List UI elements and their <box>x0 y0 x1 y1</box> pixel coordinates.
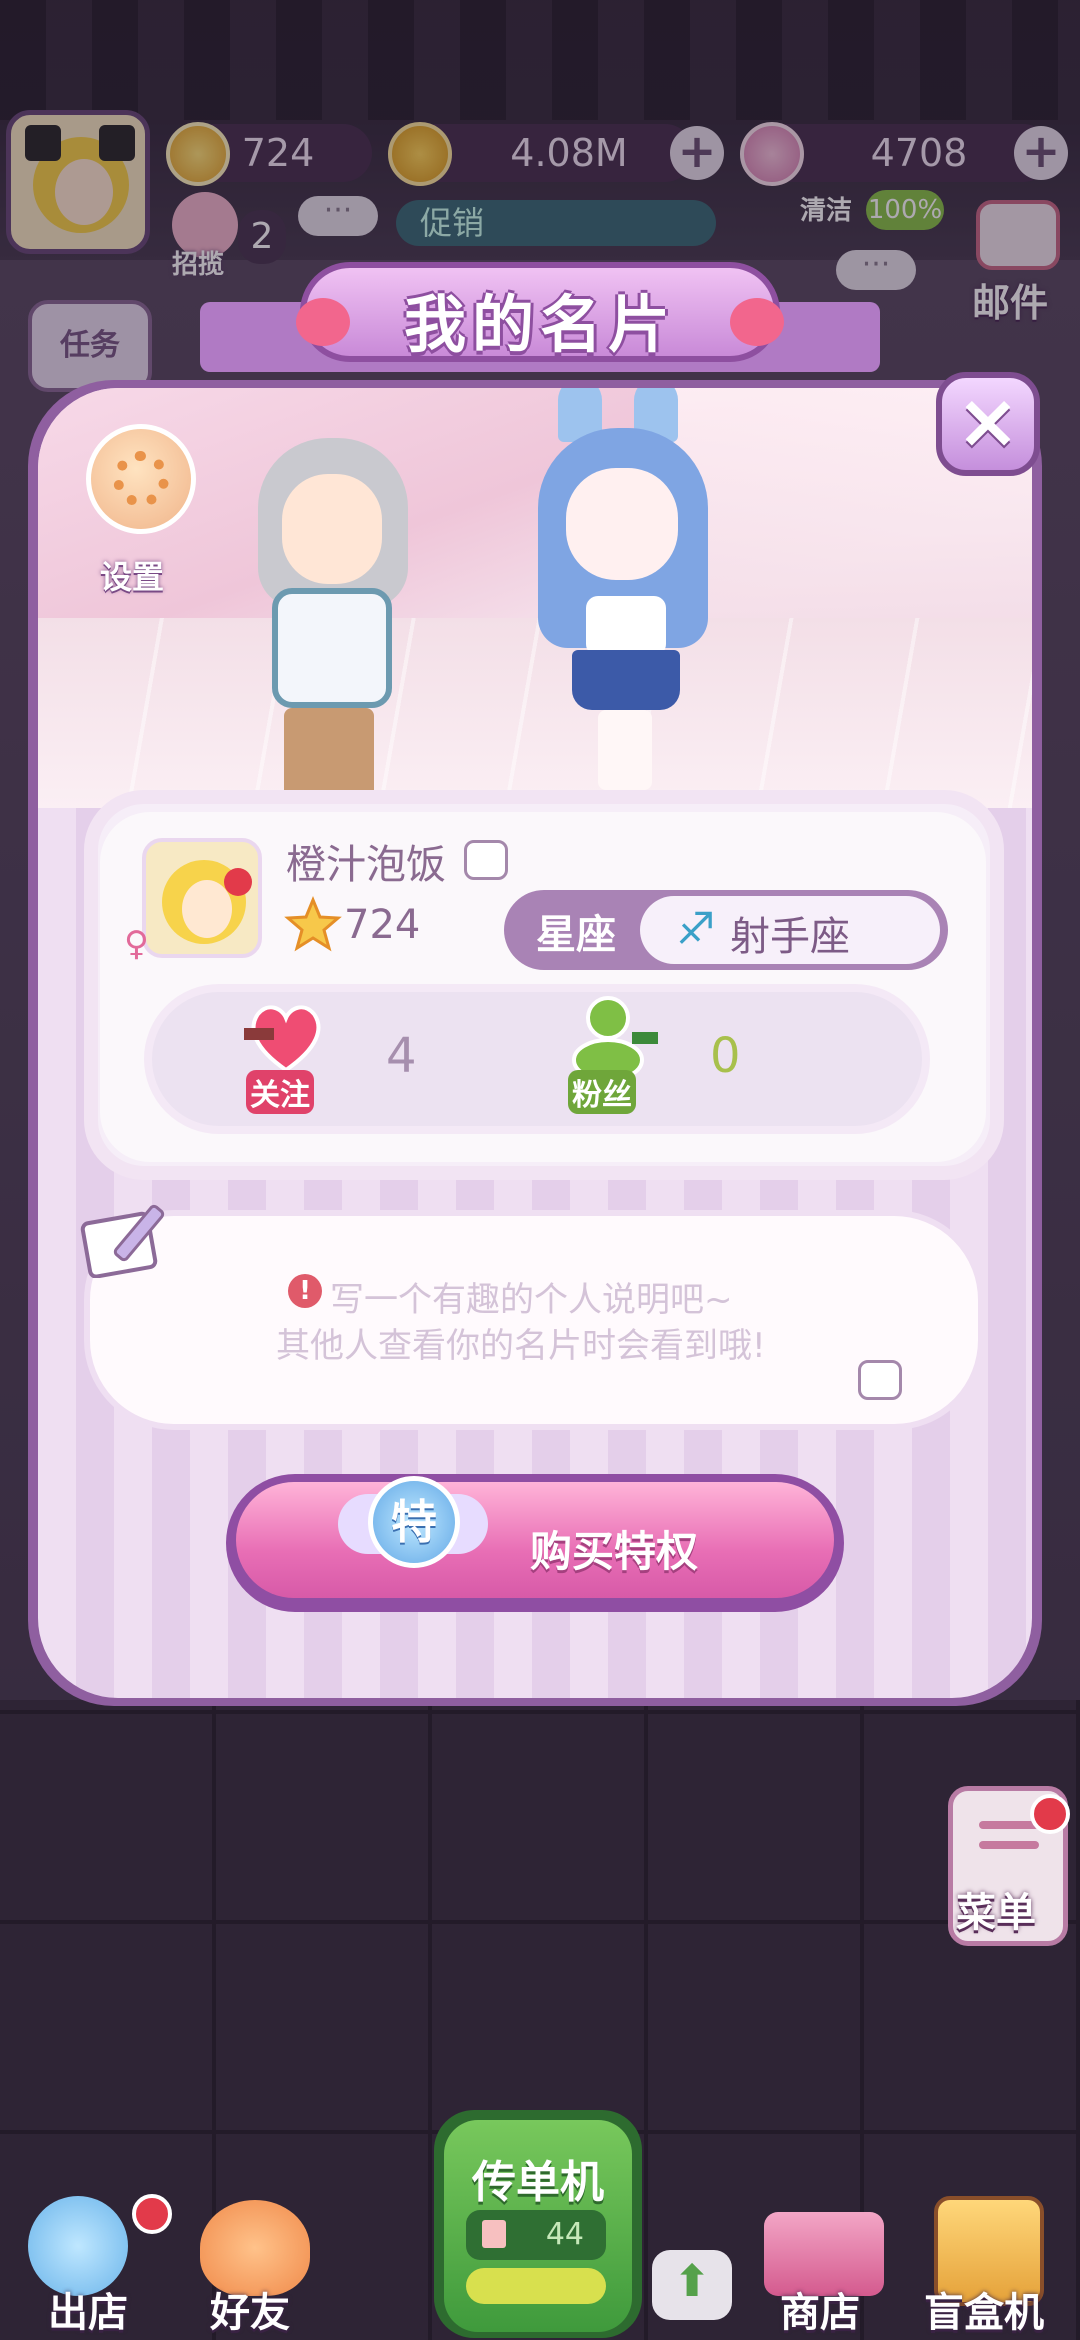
flyer-count: 44 <box>466 2210 606 2260</box>
star-icon <box>284 896 342 954</box>
warning-icon: ! <box>288 1274 322 1308</box>
zodiac-value: 射手座 <box>730 914 850 960</box>
flyer-label: 传单机 <box>472 2157 604 2208</box>
follow-heart-icon[interactable] <box>244 998 328 1078</box>
zodiac-label: 星座 <box>536 912 616 958</box>
character-female-legs <box>598 710 652 790</box>
character-female-face <box>566 468 678 580</box>
sagittarius-icon: ♐ <box>676 904 716 955</box>
close-button[interactable]: × <box>936 372 1040 476</box>
character-female-top <box>586 596 666 656</box>
character-male-face <box>282 474 382 584</box>
edit-name-icon[interactable] <box>464 840 508 880</box>
follow-count: 4 <box>386 1028 417 1084</box>
upgrade-arrow-button[interactable]: ⬆ <box>652 2250 732 2320</box>
flyer-count-value: 44 <box>545 2217 584 2252</box>
nav-store-out-label: 出店 <box>48 2290 128 2336</box>
flyer-paper-icon <box>482 2220 506 2248</box>
character-female-skirt <box>572 650 680 710</box>
gear-icon <box>113 451 169 507</box>
bio-placeholder-line1: 写一个有趣的个人说明吧~ <box>330 1280 733 1320</box>
flyer-progress-bar <box>466 2268 606 2304</box>
store-notification-dot <box>132 2194 172 2234</box>
player-name: 橙汁泡饭 <box>286 842 446 888</box>
fans-count: 0 <box>710 1028 741 1084</box>
pencil-note-icon <box>80 1198 180 1279</box>
fans-person-icon[interactable] <box>568 996 658 1082</box>
settings-label: 设置 <box>100 558 165 596</box>
settings-button[interactable] <box>86 424 196 534</box>
profile-level: 724 <box>344 902 421 948</box>
menu-label: 菜单 <box>956 1890 1036 1936</box>
nav-friends-label: 好友 <box>210 2290 290 2336</box>
privilege-badge-text: 特 <box>368 1476 460 1568</box>
character-male-body <box>272 588 392 708</box>
bio-placeholder-line2: 其他人查看你的名片时会看到哦! <box>276 1326 766 1366</box>
profile-avatar <box>142 838 262 958</box>
follow-label: 关注 <box>246 1070 314 1114</box>
fans-label: 粉丝 <box>568 1070 636 1114</box>
close-icon: × <box>956 376 1020 465</box>
menu-notification-dot <box>1030 1794 1070 1834</box>
privilege-badge-icon: 特 <box>338 1468 488 1594</box>
buy-privilege-label: 购买特权 <box>530 1527 699 1576</box>
nav-shop-label: 商店 <box>780 2290 860 2336</box>
mic-icon <box>224 868 252 896</box>
female-icon: ♀ <box>124 924 149 964</box>
card-title: 我的名片 <box>403 288 676 361</box>
scene-floor <box>38 618 1032 808</box>
edit-bio-icon[interactable] <box>858 1360 902 1400</box>
nav-blindbox-label: 盲盒机 <box>924 2290 1044 2336</box>
character-male-legs <box>284 708 374 798</box>
